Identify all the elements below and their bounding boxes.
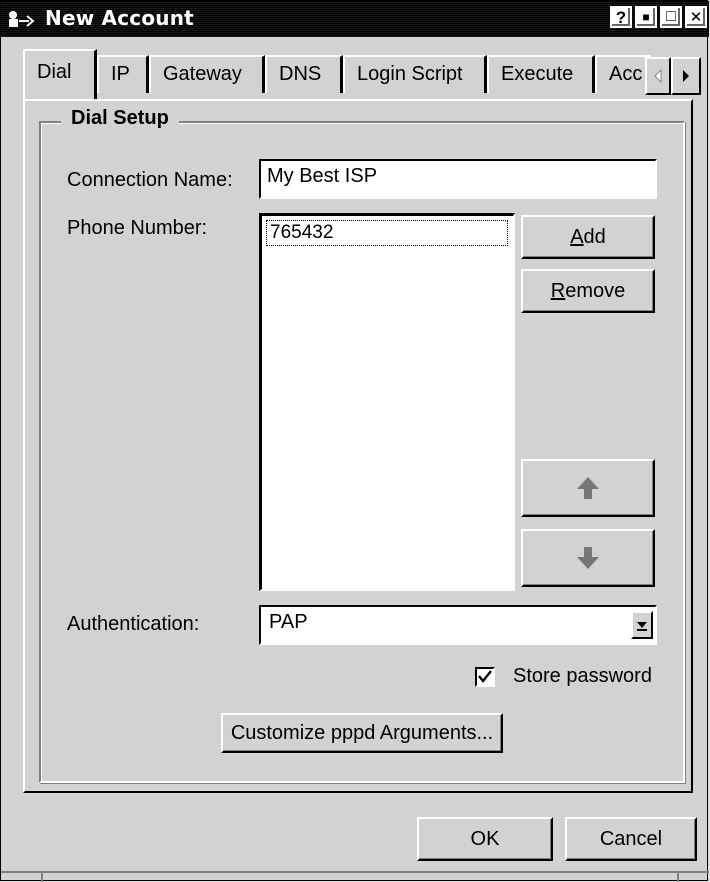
tab-gateway[interactable]: Gateway: [149, 55, 265, 93]
remove-button-mnemonic: R: [550, 279, 566, 302]
checkmark-icon: [478, 670, 492, 683]
tab-dns[interactable]: DNS: [265, 55, 343, 93]
ok-button[interactable]: OK: [417, 817, 553, 861]
remove-button-label-rest: emove: [565, 279, 626, 302]
title-bar[interactable]: New Account ? ■ □ ✕: [1, 1, 709, 37]
tab-accounting[interactable]: Acc: [595, 55, 651, 93]
arrow-down-icon: [577, 547, 599, 569]
phone-number-list[interactable]: 765432: [259, 213, 515, 591]
tab-execute[interactable]: Execute: [487, 55, 595, 93]
maximize-button[interactable]: □: [660, 6, 682, 28]
dial-tab-pane: Dial Setup Connection Name: My Best ISP …: [23, 99, 693, 793]
minimize-button[interactable]: ■: [635, 6, 657, 28]
help-button[interactable]: ?: [610, 6, 632, 28]
dial-setup-legend: Dial Setup: [61, 107, 179, 130]
customize-pppd-button[interactable]: Customize pppd Arguments...: [221, 713, 503, 753]
add-button-mnemonic: A: [570, 225, 584, 248]
tab-dial[interactable]: Dial: [23, 49, 97, 99]
tab-scroll-right-button[interactable]: [671, 57, 701, 95]
remove-button-label: Remove: [551, 280, 625, 303]
store-password-label[interactable]: Store password: [513, 665, 652, 688]
maximize-button-label: □: [666, 8, 676, 25]
move-up-button[interactable]: [521, 459, 655, 517]
tab-scroll-left-button[interactable]: [645, 57, 671, 95]
connection-name-value: My Best ISP: [267, 165, 378, 187]
phone-number-label: Phone Number:: [67, 217, 208, 239]
add-phone-button[interactable]: Add: [521, 215, 655, 259]
cancel-button[interactable]: Cancel: [565, 817, 697, 861]
tab-login-script[interactable]: Login Script: [343, 55, 487, 93]
add-button-label-rest: dd: [583, 225, 606, 248]
tab-ip[interactable]: IP: [97, 55, 149, 93]
app-icon: [9, 11, 35, 27]
phone-number-item[interactable]: 765432: [266, 220, 508, 246]
store-password-checkbox[interactable]: [475, 667, 495, 687]
bottom-frame-line: [1, 871, 709, 873]
close-button[interactable]: ✕: [685, 6, 707, 28]
scroll-right-icon: [683, 70, 689, 82]
remove-phone-button[interactable]: Remove: [521, 269, 655, 313]
authentication-select[interactable]: PAP: [259, 605, 657, 645]
dropdown-arrow-icon: [637, 622, 647, 631]
close-button-label: ✕: [689, 8, 703, 26]
arrow-up-icon: [577, 477, 599, 499]
connection-name-input[interactable]: My Best ISP: [259, 159, 657, 199]
dropdown-button[interactable]: [631, 611, 653, 639]
move-down-button[interactable]: [521, 529, 655, 587]
help-button-label: ?: [615, 7, 627, 27]
scroll-left-icon: [654, 69, 662, 83]
add-button-label: Add: [570, 226, 606, 249]
connection-name-label: Connection Name:: [67, 169, 233, 191]
window-title: New Account: [45, 6, 194, 30]
minimize-button-label: ■: [642, 10, 650, 24]
authentication-value: PAP: [269, 611, 308, 633]
new-account-window: New Account ? ■ □ ✕ Dial IP Gateway DNS …: [0, 0, 709, 882]
authentication-label: Authentication:: [67, 613, 200, 635]
